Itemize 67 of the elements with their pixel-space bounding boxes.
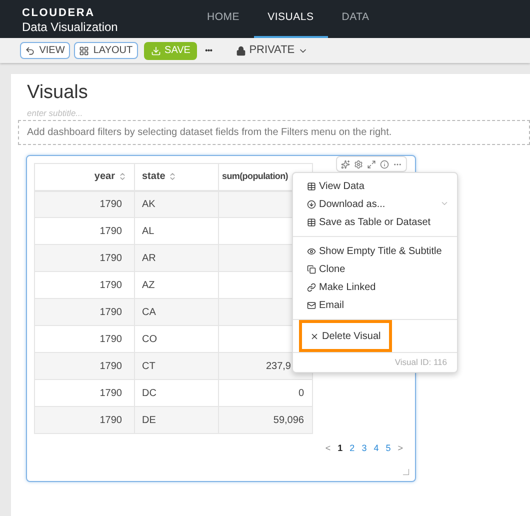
resize-handle-icon[interactable] <box>403 469 409 475</box>
product-name: Data Visualization <box>22 20 118 34</box>
nav-tab[interactable]: DATA <box>328 0 384 38</box>
visual-id: Visual ID: 116 <box>394 356 447 369</box>
table-cell: 0 <box>298 388 304 398</box>
envelope-icon <box>307 300 316 310</box>
table-cell: 59,096 <box>273 414 304 426</box>
copy-icon <box>307 264 316 274</box>
table-cell: 1790 <box>100 388 122 398</box>
download-icon <box>307 200 316 208</box>
nav-tab[interactable]: HOME <box>193 0 254 38</box>
table-cell: DC <box>142 388 156 398</box>
settings-icon[interactable] <box>354 160 363 168</box>
menu-item[interactable]: Download as... <box>299 195 394 213</box>
table-cell: AK <box>142 198 156 210</box>
menu-item[interactable]: Email <box>299 296 352 314</box>
table-cell: DE <box>142 414 156 426</box>
layout-button[interactable]: LAYOUT <box>74 42 138 59</box>
table-icon <box>307 182 316 190</box>
filter-hint: Add dashboard filters by selecting dataset fields from the Filters menu on the right. <box>27 126 392 140</box>
grid-icon <box>79 46 90 56</box>
table-cell: 1790 <box>100 306 122 318</box>
eye-icon <box>307 246 316 256</box>
info-icon[interactable] <box>380 160 389 168</box>
table-icon <box>307 218 316 226</box>
subtitle-field[interactable]: enter subtitle... <box>27 106 227 120</box>
table-cell: 1790 <box>100 280 122 290</box>
link-icon <box>307 282 316 292</box>
menu-item[interactable]: Clone <box>299 260 354 278</box>
column-header[interactable]: state <box>134 164 218 190</box>
table-cell: 1790 <box>100 226 122 236</box>
close-icon <box>310 332 319 340</box>
expand-icon[interactable] <box>367 160 376 168</box>
caret-icon <box>440 199 449 208</box>
back-arrow-icon <box>25 46 36 56</box>
download-icon <box>150 46 161 56</box>
sparkle-icon[interactable] <box>341 160 350 168</box>
sort-icon <box>118 172 127 182</box>
menu-item[interactable]: Save as Table or Dataset <box>299 213 439 231</box>
view-button[interactable]: VIEW <box>20 42 70 59</box>
page-link[interactable]: 1 <box>338 442 343 456</box>
table-cell: 1790 <box>100 414 122 426</box>
table-cell: 237,9 <box>266 360 291 372</box>
page-link[interactable]: 4 <box>374 442 379 456</box>
menu-item[interactable]: Delete Visual <box>299 320 392 352</box>
menu-item[interactable]: Show Empty Title & Subtitle <box>299 242 450 260</box>
table-cell: AZ <box>142 280 155 290</box>
menu-item[interactable]: Make Linked <box>299 278 384 296</box>
page-link[interactable]: 2 <box>350 442 355 456</box>
sort-icon <box>168 172 178 182</box>
table-cell: 1790 <box>100 252 122 264</box>
lock-icon <box>236 46 246 56</box>
table-cell: 1790 <box>100 360 122 372</box>
page-link[interactable]: 5 <box>386 442 391 456</box>
column-header[interactable]: year <box>34 164 134 190</box>
page-link[interactable]: 3 <box>362 442 367 456</box>
table-cell: CO <box>142 334 157 344</box>
more-button[interactable]: ••• <box>205 44 212 56</box>
table-cell: 1790 <box>100 198 122 210</box>
table-cell: AL <box>142 226 154 236</box>
page-title: Visuals <box>27 82 88 104</box>
table-cell: CA <box>142 306 156 318</box>
table-cell: CT <box>142 360 156 372</box>
logo: CLOUDERA <box>22 7 95 20</box>
table-cell: AR <box>142 252 156 264</box>
table-cell: 1790 <box>100 334 122 344</box>
privacy-dropdown[interactable]: PRIVATE <box>236 42 308 59</box>
